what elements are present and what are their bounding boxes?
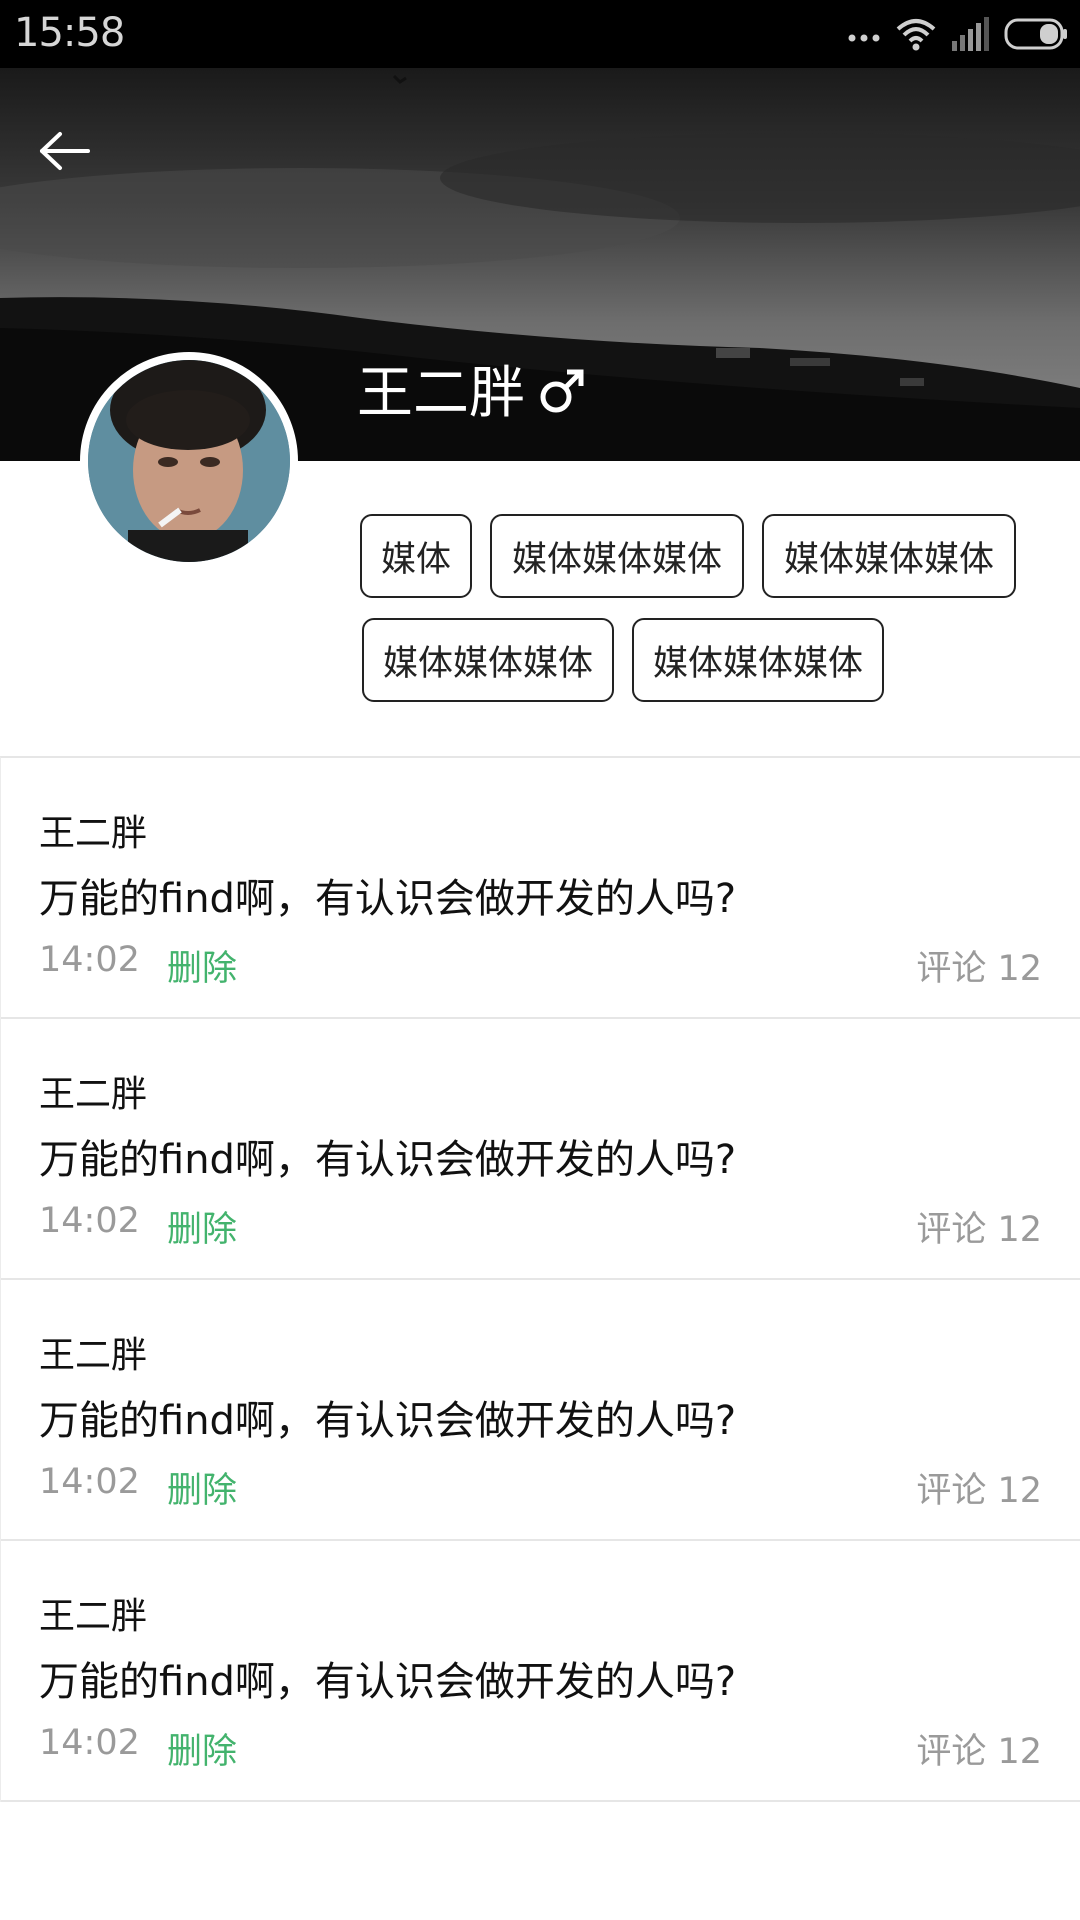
post-content: 万能的find啊，有认识会做开发的人吗? [39,1137,737,1183]
profile-name-text: 王二胖 [357,361,525,426]
male-gender-icon [539,363,585,428]
post-time: 14:02 [39,940,140,980]
profile-name: 王二胖 [357,348,585,429]
post-content: 万能的find啊，有认识会做开发的人吗? [39,876,737,922]
wifi-icon [896,17,936,55]
tag-chip[interactable]: 媒体媒体媒体 [632,618,884,702]
post-content: 万能的find啊，有认识会做开发的人吗? [39,1398,737,1444]
post-time: 14:02 [39,1462,140,1502]
battery-icon [1004,17,1068,55]
delete-button[interactable]: 删除 [167,1723,237,1774]
post-author: 王二胖 [39,1335,148,1376]
post-time: 14:02 [39,1201,140,1241]
arrow-left-icon [38,131,92,175]
avatar[interactable] [80,352,298,570]
delete-button[interactable]: 删除 [167,1462,237,1513]
post-item[interactable]: 王二胖 万能的find啊，有认识会做开发的人吗? 14:02 删除 评论 12 [1,1019,1080,1280]
post-content: 万能的find啊，有认识会做开发的人吗? [39,1659,737,1705]
post-item[interactable]: 王二胖 万能的find啊，有认识会做开发的人吗? 14:02 删除 评论 12 [1,1541,1080,1802]
comment-count[interactable]: 评论 12 [916,1723,1042,1774]
more-dots-icon [848,27,882,46]
status-time: 15:58 [14,10,125,56]
post-author: 王二胖 [39,813,148,854]
tag-chip[interactable]: 媒体媒体媒体 [490,514,744,598]
post-time: 14:02 [39,1723,140,1763]
status-icons [848,14,1068,58]
comment-count[interactable]: 评论 12 [916,1462,1042,1513]
delete-button[interactable]: 删除 [167,940,237,991]
tag-chip[interactable]: 媒体 [360,514,472,598]
post-item[interactable]: 王二胖 万能的find啊，有认识会做开发的人吗? 14:02 删除 评论 12 [1,1280,1080,1541]
delete-button[interactable]: 删除 [167,1201,237,1252]
tag-chip[interactable]: 媒体媒体媒体 [362,618,614,702]
post-item[interactable]: 王二胖 万能的find啊，有认识会做开发的人吗? 14:02 删除 评论 12 [1,758,1080,1019]
comment-count[interactable]: 评论 12 [916,940,1042,991]
avatar-portrait [88,360,290,562]
back-button[interactable] [30,118,100,188]
signal-icon [950,17,990,55]
post-author: 王二胖 [39,1074,148,1115]
post-list: 王二胖 万能的find啊，有认识会做开发的人吗? 14:02 删除 评论 12 … [0,756,1080,1802]
tag-chip[interactable]: 媒体媒体媒体 [762,514,1016,598]
status-bar: 15:58 [0,0,1080,68]
post-author: 王二胖 [39,1596,148,1637]
comment-count[interactable]: 评论 12 [916,1201,1042,1252]
